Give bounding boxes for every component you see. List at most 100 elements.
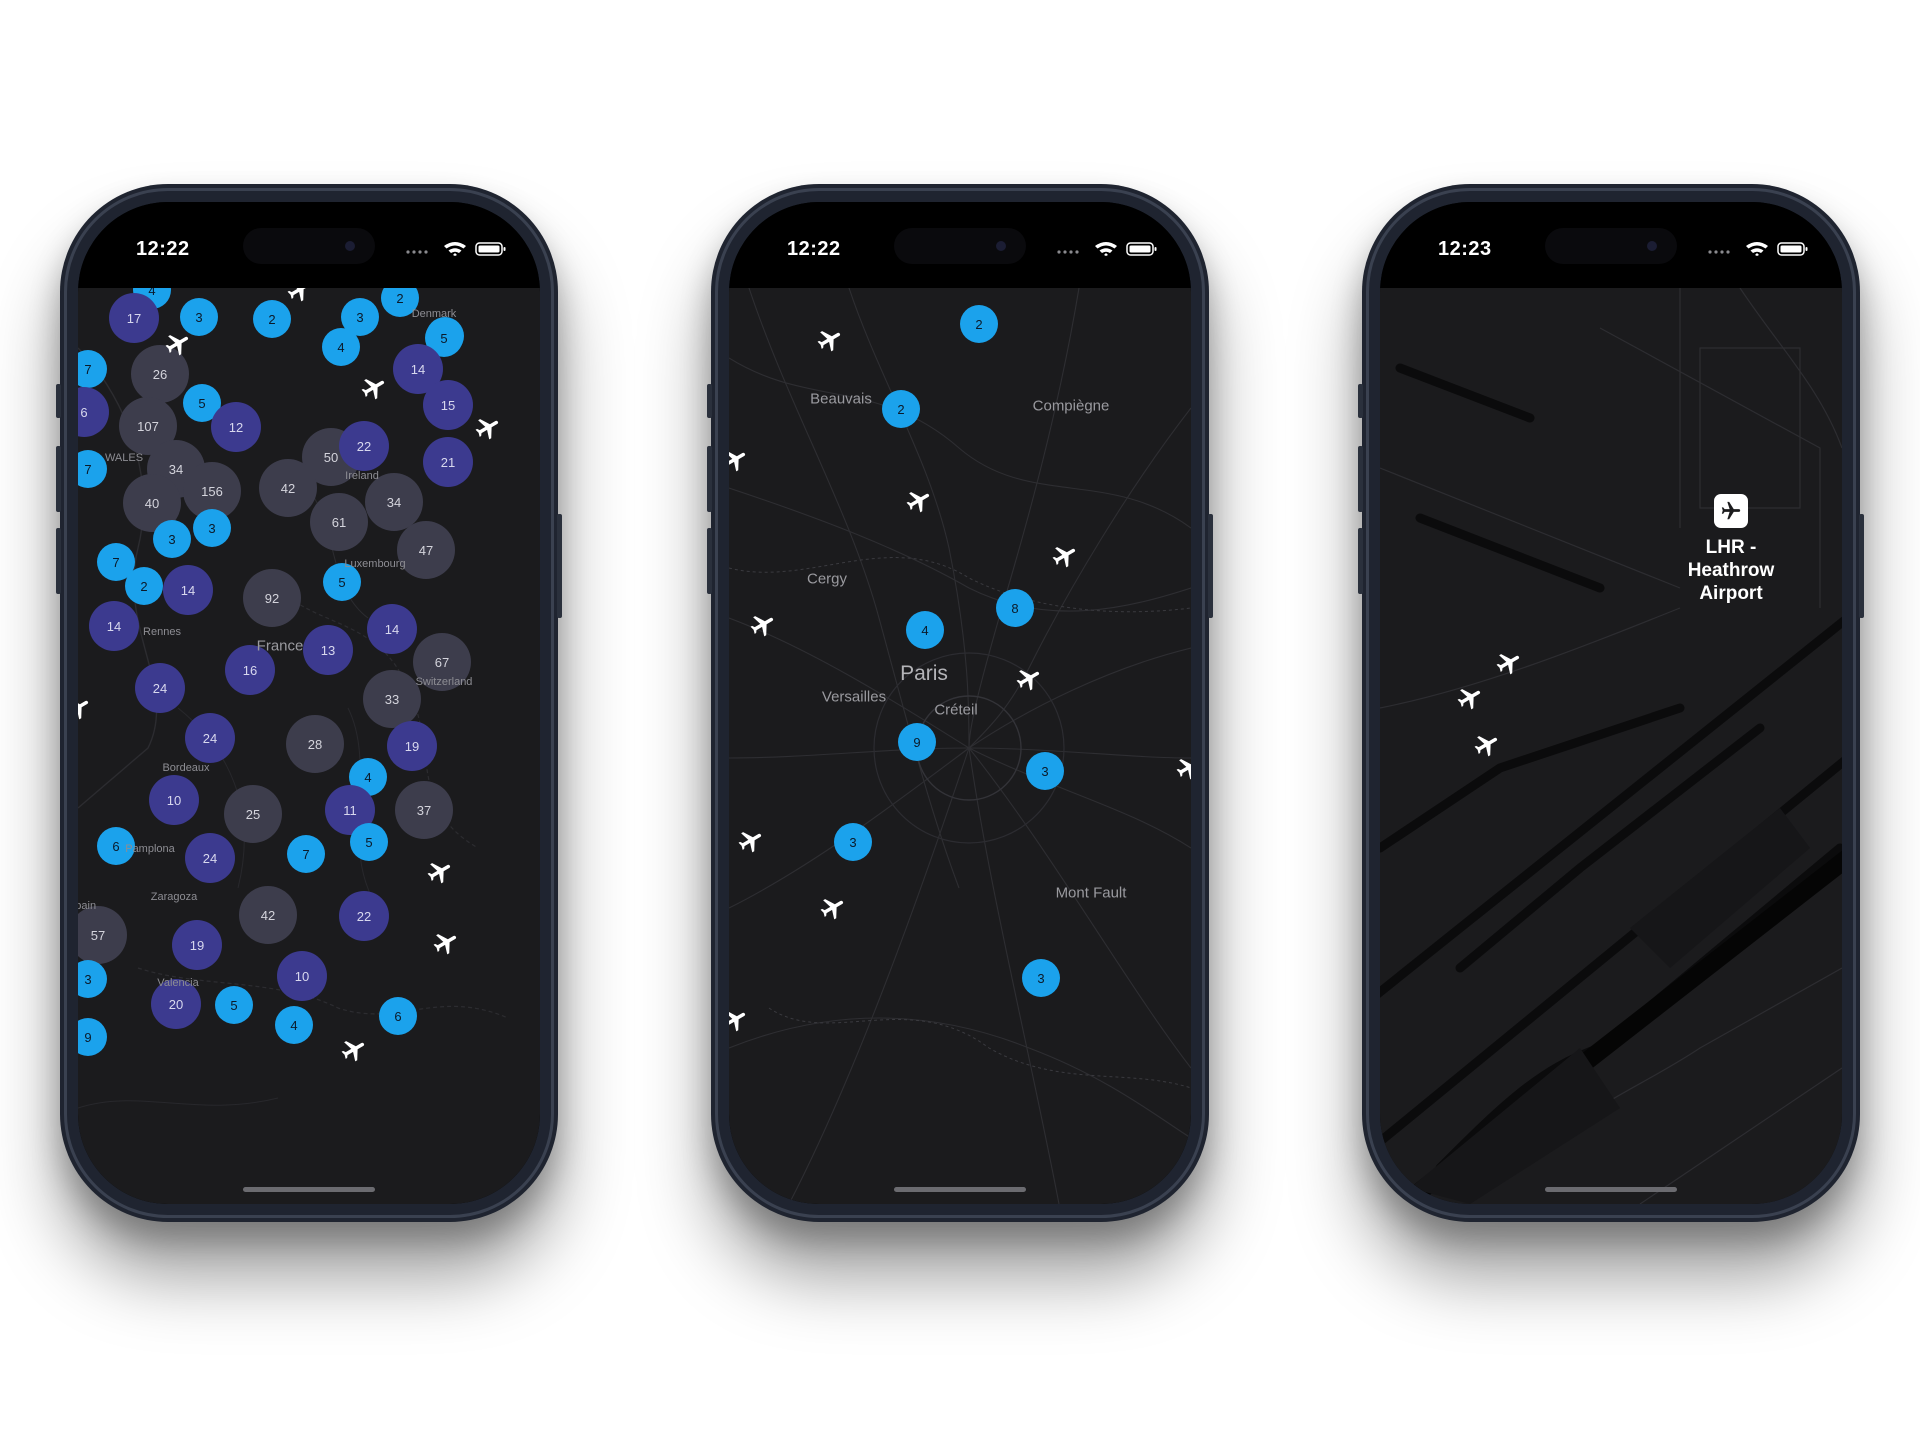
cluster-marker[interactable]: 92 bbox=[243, 569, 301, 627]
volume-up-button bbox=[56, 446, 61, 512]
airplane-icon[interactable] bbox=[737, 827, 765, 855]
airport-icon[interactable] bbox=[1714, 494, 1748, 528]
place-label: Zaragoza bbox=[150, 891, 198, 903]
cluster-marker[interactable]: 10 bbox=[149, 775, 199, 825]
airplane-icon[interactable] bbox=[819, 894, 847, 922]
cluster-marker[interactable]: 2 bbox=[125, 567, 163, 605]
phone-frame-2: 12:22 2 2 8 4 9 3 3 3 Beauvais Compiègne… bbox=[707, 184, 1213, 1222]
cellular-icon bbox=[406, 250, 428, 254]
dynamic-island bbox=[1545, 228, 1677, 264]
cluster-marker[interactable]: 3 bbox=[193, 509, 231, 547]
airplane-icon[interactable] bbox=[286, 288, 314, 304]
cluster-marker[interactable]: 24 bbox=[185, 713, 235, 763]
place-label: Valencia bbox=[157, 977, 199, 989]
airplane-icon[interactable] bbox=[1473, 731, 1501, 759]
airplane-icon[interactable] bbox=[340, 1036, 368, 1064]
cluster-marker[interactable]: 42 bbox=[239, 886, 297, 944]
map-view[interactable]: 2 2 8 4 9 3 3 3 Beauvais Compiègne Cergy Paris Versa… bbox=[729, 288, 1191, 1204]
cluster-marker[interactable]: 3 bbox=[1026, 752, 1064, 790]
screen: 12:23 LHR - Heathrow Airport bbox=[1380, 202, 1842, 1204]
power-button bbox=[557, 514, 562, 618]
cluster-marker[interactable]: 33 bbox=[363, 670, 421, 728]
airplane-icon[interactable] bbox=[1175, 754, 1191, 782]
airplane-icon[interactable] bbox=[78, 694, 92, 722]
airplane-icon[interactable] bbox=[749, 611, 777, 639]
cluster-marker[interactable]: 17 bbox=[109, 293, 159, 343]
cluster-marker[interactable]: 15 bbox=[423, 380, 473, 430]
cluster-marker[interactable]: 3 bbox=[834, 823, 872, 861]
home-indicator bbox=[894, 1187, 1026, 1192]
airplane-icon[interactable] bbox=[360, 374, 388, 402]
map-view[interactable]: LHR - Heathrow Airport bbox=[1380, 288, 1842, 1204]
cluster-marker[interactable]: 25 bbox=[224, 785, 282, 843]
cluster-marker[interactable]: 21 bbox=[423, 437, 473, 487]
airplane-icon[interactable] bbox=[426, 858, 454, 886]
cluster-marker[interactable]: 12 bbox=[211, 402, 261, 452]
airplane-icon[interactable] bbox=[729, 446, 749, 474]
cluster-marker[interactable]: 13 bbox=[303, 625, 353, 675]
cluster-marker[interactable]: 42 bbox=[259, 459, 317, 517]
cluster-marker[interactable]: 4 bbox=[906, 611, 944, 649]
home-indicator bbox=[1545, 1187, 1677, 1192]
airplane-icon[interactable] bbox=[164, 330, 192, 358]
airplane-icon[interactable] bbox=[905, 487, 933, 515]
cluster-marker[interactable]: 37 bbox=[395, 781, 453, 839]
status-icons bbox=[406, 242, 506, 256]
cluster-marker[interactable]: 2 bbox=[882, 390, 920, 428]
cluster-marker[interactable]: 3 bbox=[153, 520, 191, 558]
cluster-marker[interactable]: 7 bbox=[287, 835, 325, 873]
airplane-icon[interactable] bbox=[729, 1006, 749, 1034]
poi-label: LHR - Heathrow Airport bbox=[1687, 537, 1775, 604]
cluster-marker[interactable]: 19 bbox=[387, 721, 437, 771]
cluster-marker[interactable]: 14 bbox=[367, 604, 417, 654]
place-label: Bordeaux bbox=[162, 762, 210, 774]
cluster-marker[interactable]: 47 bbox=[397, 521, 455, 579]
cluster-marker[interactable]: 19 bbox=[172, 920, 222, 970]
cluster-marker[interactable]: 10 bbox=[277, 951, 327, 1001]
wifi-icon bbox=[1746, 242, 1768, 256]
place-label: WALES bbox=[104, 452, 144, 464]
airplane-icon[interactable] bbox=[816, 326, 844, 354]
cluster-marker[interactable]: 22 bbox=[339, 421, 389, 471]
phone-frame-3: 12:23 LHR - Heathrow Airport bbox=[1358, 184, 1864, 1222]
map-background bbox=[729, 288, 1191, 1204]
action-button bbox=[1358, 384, 1363, 418]
place-label: Mont Fault bbox=[1055, 884, 1127, 902]
cluster-marker[interactable]: 14 bbox=[163, 565, 213, 615]
place-label: Versailles bbox=[821, 688, 887, 706]
status-time: 12:22 bbox=[787, 238, 841, 260]
status-icons bbox=[1057, 242, 1157, 256]
home-indicator bbox=[243, 1187, 375, 1192]
cluster-marker[interactable]: 28 bbox=[286, 715, 344, 773]
cluster-marker[interactable]: 6 bbox=[379, 997, 417, 1035]
place-label: Switzerland bbox=[415, 676, 473, 688]
cluster-marker[interactable]: 24 bbox=[185, 833, 235, 883]
place-label: Paris bbox=[900, 662, 948, 685]
cluster-marker[interactable]: 14 bbox=[89, 601, 139, 651]
cluster-marker[interactable]: 5 bbox=[350, 823, 388, 861]
cluster-marker[interactable]: 61 bbox=[310, 493, 368, 551]
airplane-icon[interactable] bbox=[474, 414, 502, 442]
cluster-marker[interactable]: 8 bbox=[996, 589, 1034, 627]
place-label: France bbox=[256, 637, 304, 655]
cluster-marker[interactable]: 2 bbox=[960, 305, 998, 343]
wifi-icon bbox=[444, 242, 466, 256]
cluster-marker[interactable]: 22 bbox=[339, 891, 389, 941]
cluster-marker[interactable]: 5 bbox=[215, 986, 253, 1024]
airplane-icon[interactable] bbox=[1015, 665, 1043, 693]
cluster-marker[interactable]: 9 bbox=[898, 723, 936, 761]
airplane-icon[interactable] bbox=[432, 929, 460, 957]
cellular-icon bbox=[1057, 250, 1079, 254]
power-button bbox=[1859, 514, 1864, 618]
airplane-icon[interactable] bbox=[1051, 542, 1079, 570]
airplane-icon[interactable] bbox=[1495, 649, 1523, 677]
cluster-marker[interactable]: 3 bbox=[1022, 959, 1060, 997]
map-view[interactable]: 4173232245726146515107127502221341564240… bbox=[78, 288, 540, 1204]
phone-frame-1: 12:22 4173232245726146515107127502221341… bbox=[56, 184, 562, 1222]
cluster-marker[interactable]: 2 bbox=[253, 300, 291, 338]
cluster-marker[interactable]: 24 bbox=[135, 663, 185, 713]
cluster-marker[interactable]: 4 bbox=[322, 328, 360, 366]
cluster-marker[interactable]: 4 bbox=[275, 1006, 313, 1044]
screen: 12:22 2 2 8 4 9 3 3 3 Beauvais Compiègne… bbox=[729, 202, 1191, 1204]
airplane-icon[interactable] bbox=[1456, 684, 1484, 712]
